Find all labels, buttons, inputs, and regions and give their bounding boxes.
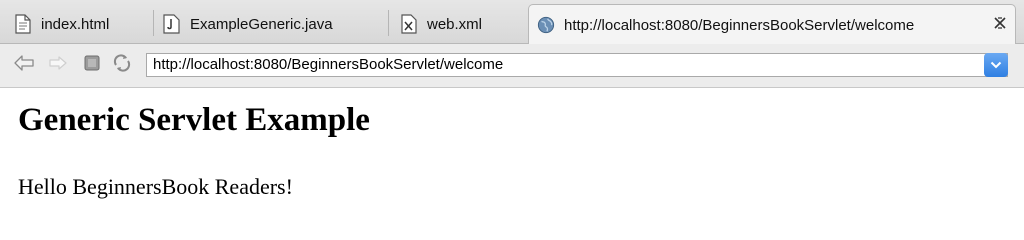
refresh-button[interactable] (110, 52, 134, 79)
back-button[interactable] (12, 54, 36, 76)
back-arrow-icon (13, 54, 35, 77)
html-file-icon (14, 13, 32, 35)
tab-bar: index.html ExampleGeneric.java web.xml h… (0, 0, 1024, 45)
refresh-icon (111, 52, 133, 79)
close-icon[interactable] (993, 16, 1007, 34)
browser-toolbar: http://localhost:8080/BeginnersBookServl… (0, 44, 1024, 88)
page-heading: Generic Servlet Example (18, 102, 370, 138)
address-bar-url: http://localhost:8080/BeginnersBookServl… (153, 56, 504, 73)
forward-arrow-icon (48, 55, 68, 76)
stop-button[interactable] (80, 54, 104, 76)
xml-file-icon (400, 13, 418, 35)
tab-label: ExampleGeneric.java (190, 15, 333, 33)
address-bar[interactable]: http://localhost:8080/BeginnersBookServl… (146, 53, 1008, 77)
tab-welcome-page[interactable]: http://localhost:8080/BeginnersBookServl… (528, 4, 1016, 45)
tab-divider (388, 10, 389, 36)
tab-label: index.html (41, 15, 110, 33)
globe-icon (537, 14, 555, 36)
chevron-down-icon (990, 54, 1002, 76)
tab-divider (153, 10, 154, 36)
page-content: Generic Servlet Example Hello BeginnersB… (18, 88, 1024, 218)
forward-button[interactable] (46, 54, 70, 76)
tab-label: web.xml (427, 15, 483, 33)
address-dropdown-button[interactable] (984, 53, 1008, 77)
stop-icon (83, 54, 101, 77)
page-message: Hello BeginnersBook Readers! (18, 174, 293, 199)
java-file-icon (163, 13, 181, 35)
tab-index-html[interactable]: index.html (14, 4, 109, 44)
tab-label: http://localhost:8080/BeginnersBookServl… (564, 16, 915, 34)
tab-web-xml[interactable]: web.xml (400, 4, 482, 44)
tab-example-generic-java[interactable]: ExampleGeneric.java (163, 4, 333, 44)
